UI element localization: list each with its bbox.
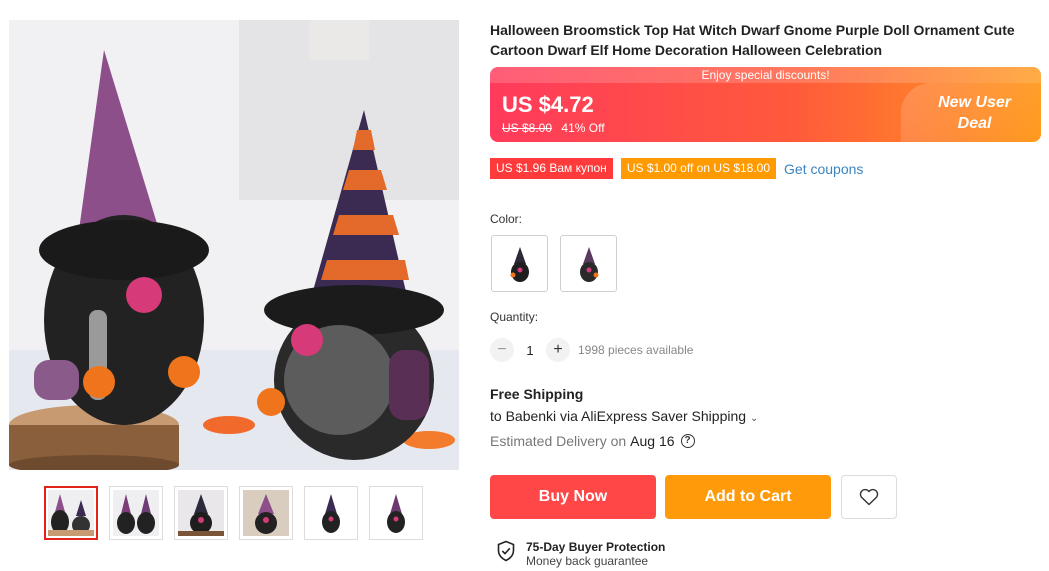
color-swatches [491, 235, 617, 292]
quantity-input[interactable]: 1 [514, 343, 546, 358]
gnome-illustration [9, 20, 459, 470]
deal-line-2: Deal [957, 115, 992, 132]
chevron-down-icon: ⌄ [750, 413, 759, 424]
buyer-protection: 75-Day Buyer Protection Money back guara… [496, 540, 665, 569]
estimated-delivery: Estimated Delivery on Aug 16 ? [490, 433, 695, 449]
thumbnail-2[interactable] [109, 486, 163, 540]
delivery-date: Aug 16 [630, 433, 675, 449]
swatch-image [510, 246, 529, 282]
current-price: US $4.72 [502, 92, 594, 117]
original-price: US $8.00 [502, 121, 553, 135]
shipping-method-selector[interactable]: to Babenki via AliExpress Saver Shipping… [490, 408, 758, 424]
protection-title: 75-Day Buyer Protection [526, 540, 666, 554]
color-option-2[interactable] [560, 235, 617, 292]
thumbnail-image [178, 490, 224, 536]
original-price-row: US $8.00 41% Off [502, 121, 605, 135]
thumbnail-image [113, 490, 159, 536]
buy-now-button[interactable]: Buy Now [490, 475, 656, 519]
thumbnail-image [48, 490, 94, 536]
color-option-1[interactable] [491, 235, 548, 292]
quantity-decrease-button[interactable]: − [490, 338, 514, 362]
swatch-image [579, 246, 598, 282]
main-product-image[interactable] [9, 20, 459, 470]
new-user-deal-badge: New User Deal [938, 92, 1011, 134]
thumbnail-6[interactable] [369, 486, 423, 540]
coupon-row: US $1.96 Вам купон US $1.00 off on US $1… [490, 158, 863, 179]
help-icon[interactable]: ? [680, 434, 695, 448]
deal-line-1: New User [938, 94, 1011, 111]
price-banner: Enjoy special discounts! US $4.72 US $8.… [490, 67, 1041, 142]
wishlist-button[interactable] [841, 475, 897, 519]
coupon-badge[interactable]: US $1.00 off on US $18.00 [620, 158, 777, 179]
thumbnail-1[interactable] [44, 486, 98, 540]
thumbnail-image [243, 490, 289, 536]
get-coupons-link[interactable]: Get coupons [784, 161, 863, 177]
discount-percent: 41% Off [561, 121, 605, 135]
quantity-increase-button[interactable]: + [546, 338, 570, 362]
discount-strip: Enjoy special discounts! [490, 67, 1041, 83]
color-label: Color: [490, 212, 523, 226]
product-title: Halloween Broomstick Top Hat Witch Dwarf… [490, 22, 1015, 58]
thumbnail-image [308, 490, 354, 536]
quantity-stepper: − 1 + 1998 pieces available [490, 338, 693, 362]
delivery-prefix: Estimated Delivery on [490, 433, 627, 449]
quantity-label: Quantity: [490, 310, 539, 324]
thumbnail-4[interactable] [239, 486, 293, 540]
shipping-method-text: to Babenki via AliExpress Saver Shipping [490, 408, 747, 424]
pieces-available: 1998 pieces available [578, 343, 694, 357]
heart-icon [859, 488, 879, 506]
thumbnail-strip [44, 486, 423, 540]
thumbnail-5[interactable] [304, 486, 358, 540]
product-details: Halloween Broomstick Top Hat Witch Dwarf… [490, 20, 1042, 568]
thumbnail-3[interactable] [174, 486, 228, 540]
thumbnail-image [373, 490, 419, 536]
protection-text: 75-Day Buyer Protection Money back guara… [526, 540, 665, 569]
shield-check-icon [497, 540, 515, 562]
coupon-badge[interactable]: US $1.96 Вам купон [490, 158, 613, 179]
shipping-title: Free Shipping [490, 386, 584, 402]
protection-subtitle: Money back guarantee [526, 554, 649, 568]
add-to-cart-button[interactable]: Add to Cart [665, 475, 831, 519]
